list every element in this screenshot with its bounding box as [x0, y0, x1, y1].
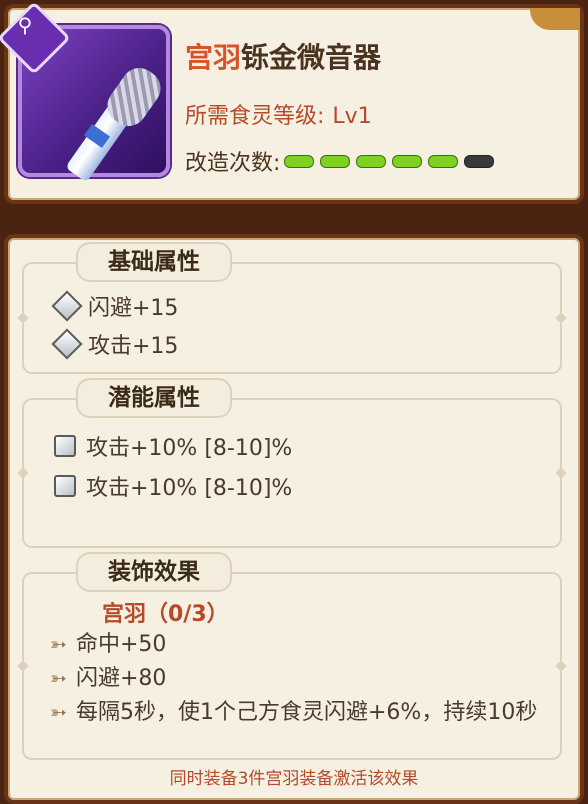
set-activation-note: 同时装备3件宫羽装备激活该效果: [169, 769, 419, 789]
refine-pip-filled: [392, 154, 423, 168]
refine-pip-filled: [320, 154, 351, 168]
set-effect-row: ➳ 命中+50: [50, 630, 540, 659]
arrow-icon: ➳: [50, 632, 67, 656]
stat-row: 闪避+15: [50, 290, 178, 322]
level-requirement: 所需食灵等级: Lv1: [185, 98, 372, 130]
basic-attributes-section: 基础属性 闪避+15 攻击+15: [17, 242, 567, 374]
potential-attributes-header: 潜能属性: [76, 378, 232, 418]
item-title-highlight: 宫羽: [185, 41, 242, 74]
set-effect-row: ➳ 闪避+80: [50, 664, 540, 693]
refine-count: 改造次数:: [185, 145, 495, 177]
diamond-gem-icon: [51, 290, 83, 322]
arrow-icon: ➳: [50, 700, 67, 724]
refine-label: 改造次数:: [185, 151, 281, 176]
corner-ornament: [530, 8, 580, 30]
set-name: 宫羽（0/3）: [102, 602, 229, 627]
refine-pip-filled: [284, 154, 315, 168]
set-effects-section: 装饰效果 宫羽（0/3） ➳ 命中+50 ➳ 闪避+80 ➳ 每隔5秒，使1个己方食灵…: [17, 552, 567, 760]
set-effect-text: 每隔5秒，使1个己方食灵闪避+6%，持续10秒: [76, 700, 538, 725]
stat-row: 攻击+15: [50, 328, 178, 360]
arrow-icon: ➳: [50, 666, 67, 690]
stat-text: 攻击+10% [8-10]%: [86, 436, 293, 461]
potential-attributes-section: 潜能属性 攻击+10% [8-10]% 攻击+10% [8-10]%: [17, 378, 567, 548]
refine-pips: [284, 154, 495, 168]
item-title-rest: 铄金微音器: [241, 41, 382, 74]
stat-text: 闪避+15: [88, 296, 179, 321]
stat-row: 攻击+10% [8-10]%: [50, 470, 292, 502]
square-gem-icon: [54, 475, 76, 497]
item-title: 宫羽铄金微音器: [185, 36, 381, 76]
refine-pip-filled: [356, 154, 387, 168]
diamond-gem-icon: [51, 328, 83, 360]
square-gem-icon: [54, 435, 76, 457]
basic-attributes-header: 基础属性: [76, 242, 232, 282]
level-requirement-label: 所需食灵等级:: [185, 104, 325, 129]
spatula-glyph: ⚲: [17, 13, 33, 37]
set-effects-header: 装饰效果: [76, 552, 232, 592]
refine-pip-filled: [428, 154, 459, 168]
set-effect-text: 闪避+80: [76, 666, 167, 691]
set-effect-row: ➳ 每隔5秒，使1个己方食灵闪避+6%，持续10秒: [50, 698, 540, 727]
stat-row: 攻击+10% [8-10]%: [50, 430, 292, 462]
stat-text: 攻击+15: [88, 334, 179, 359]
refine-pip-empty: [464, 154, 495, 168]
set-effect-text: 命中+50: [76, 632, 167, 657]
stat-text: 攻击+10% [8-10]%: [86, 476, 293, 501]
level-requirement-value: Lv1: [332, 104, 372, 129]
